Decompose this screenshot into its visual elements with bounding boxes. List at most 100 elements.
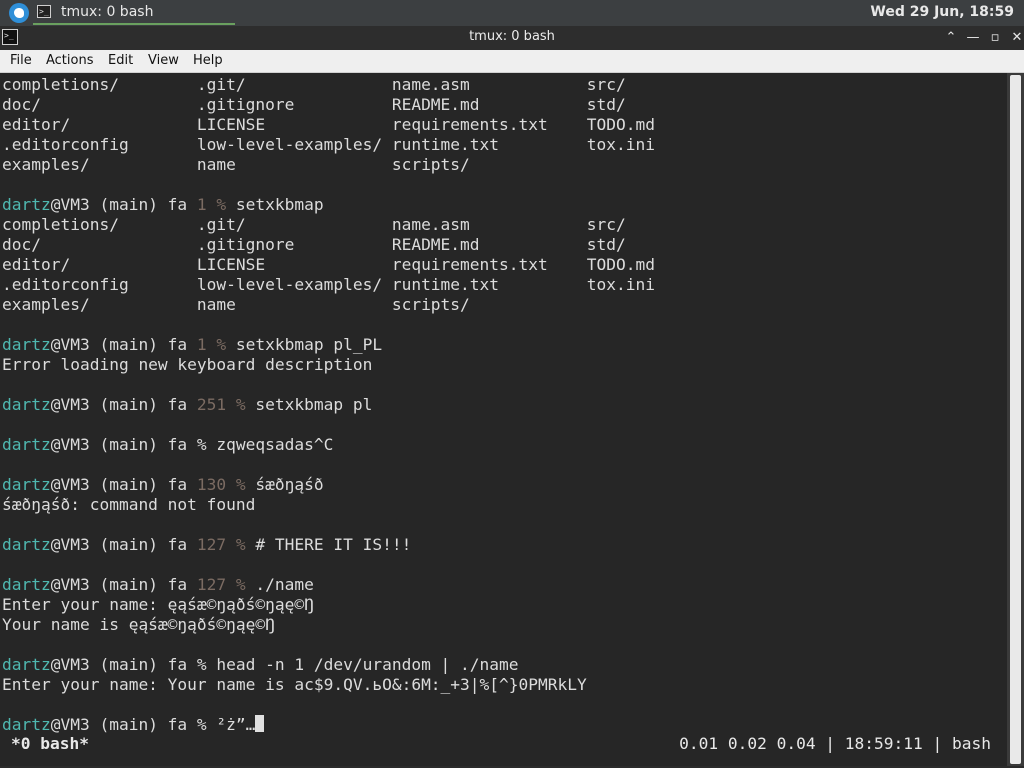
tmux-window-label[interactable]: *0 bash* bbox=[11, 734, 89, 754]
terminal-line: doc/ .gitignore README.md std/ bbox=[2, 235, 655, 255]
prompt-exit-code: 1 % bbox=[196, 195, 227, 214]
terminal-line: completions/ .git/ name.asm src/ bbox=[2, 215, 655, 235]
distro-logo-icon[interactable] bbox=[9, 3, 29, 23]
terminal-text: @VM3 (main) fa bbox=[50, 575, 197, 594]
terminal-text: examples/ name scripts/ bbox=[2, 295, 470, 314]
terminal-line: śæðŋąśð: command not found bbox=[2, 495, 655, 515]
menu-actions[interactable]: Actions bbox=[46, 53, 94, 68]
terminal-text: @VM3 (main) fa bbox=[50, 535, 197, 554]
terminal-text: @VM3 (main) fa bbox=[50, 395, 197, 414]
terminal-text: examples/ name scripts/ bbox=[2, 155, 470, 174]
tmux-status-info: 0.01 0.02 0.04 | 18:59:11 | bash bbox=[679, 734, 991, 753]
scrollbar[interactable] bbox=[1007, 73, 1024, 766]
tmux-status-bar: *0 bash* 0.01 0.02 0.04 | 18:59:11 | bas… bbox=[0, 734, 1007, 754]
terminal-text: śæðŋąśð: command not found bbox=[2, 495, 256, 514]
prompt-exit-code: 127 % bbox=[196, 575, 246, 594]
taskbar-item-tmux[interactable]: >_ tmux: 0 bash bbox=[33, 0, 235, 26]
terminal-line: examples/ name scripts/ bbox=[2, 295, 655, 315]
terminal-text: śæðŋąśð bbox=[245, 475, 324, 494]
terminal-line: Enter your name: Your name is ac$9.QV.ьO… bbox=[2, 675, 655, 695]
prompt-user: dartz bbox=[2, 335, 51, 354]
terminal-line: dartz@VM3 (main) fa % head -n 1 /dev/ura… bbox=[2, 655, 655, 675]
prompt-exit-code: 130 % bbox=[196, 475, 246, 494]
terminal-line: dartz@VM3 (main) fa 1 % setxkbmap bbox=[2, 195, 655, 215]
window-title: tmux: 0 bash bbox=[469, 29, 555, 44]
prompt-user: dartz bbox=[2, 715, 51, 734]
terminal-text: @VM3 (main) fa % head -n 1 /dev/urandom … bbox=[50, 655, 519, 674]
terminal-text: Error loading new keyboard description bbox=[2, 355, 373, 374]
terminal-line: doc/ .gitignore README.md std/ bbox=[2, 95, 655, 115]
terminal-line: dartz@VM3 (main) fa % ²ż”… bbox=[2, 715, 655, 735]
close-icon[interactable]: ✕ bbox=[1007, 28, 1024, 48]
terminal-text: completions/ .git/ name.asm src/ bbox=[2, 215, 626, 234]
terminal-line: dartz@VM3 (main) fa 127 % # THERE IT IS!… bbox=[2, 535, 655, 555]
terminal-line: editor/ LICENSE requirements.txt TODO.md bbox=[2, 115, 655, 135]
scrollbar-thumb[interactable] bbox=[1010, 75, 1021, 764]
terminal-line: .editorconfig low-level-examples/ runtim… bbox=[2, 275, 655, 295]
maximize-icon[interactable]: ▫ bbox=[985, 28, 1005, 48]
terminal-text: @VM3 (main) fa bbox=[50, 475, 197, 494]
terminal-text: @VM3 (main) fa % ²ż”… bbox=[50, 715, 256, 734]
terminal-line: dartz@VM3 (main) fa 1 % setxkbmap pl_PL bbox=[2, 335, 655, 355]
terminal-line: editor/ LICENSE requirements.txt TODO.md bbox=[2, 255, 655, 275]
terminal-line: dartz@VM3 (main) fa 127 % ./name bbox=[2, 575, 655, 595]
terminal-text: setxkbmap pl_PL bbox=[226, 335, 383, 354]
terminal-text: editor/ LICENSE requirements.txt TODO.md bbox=[2, 255, 655, 274]
terminal-text: .editorconfig low-level-examples/ runtim… bbox=[2, 135, 655, 154]
window-titlebar[interactable]: >_ tmux: 0 bash ⌃ — ▫ ✕ bbox=[0, 26, 1024, 50]
terminal-text: @VM3 (main) fa bbox=[50, 335, 197, 354]
chevron-up-icon[interactable]: ⌃ bbox=[941, 28, 961, 48]
terminal-line: Enter your name: ęąśæ©ŋąðś©ŋąę©Ŋ bbox=[2, 595, 655, 615]
terminal-text: .editorconfig low-level-examples/ runtim… bbox=[2, 275, 655, 294]
terminal-text: @VM3 (main) fa % zqweqsadas^C bbox=[50, 435, 334, 454]
terminal-text: completions/ .git/ name.asm src/ bbox=[2, 75, 626, 94]
prompt-user: dartz bbox=[2, 655, 51, 674]
terminal-text: Your name is ęąśæ©ŋąðś©ŋąę©Ŋ bbox=[2, 615, 275, 634]
panel-clock[interactable]: Wed 29 Jun, 18:59 bbox=[870, 4, 1014, 20]
active-task-indicator bbox=[33, 23, 235, 25]
top-panel: >_ tmux: 0 bash Wed 29 Jun, 18:59 bbox=[0, 0, 1024, 26]
terminal-icon: >_ bbox=[37, 5, 51, 18]
terminal-line: dartz@VM3 (main) fa 130 % śæðŋąśð bbox=[2, 475, 655, 495]
menu-file[interactable]: File bbox=[10, 53, 32, 68]
terminal-line: examples/ name scripts/ bbox=[2, 155, 655, 175]
terminal-text: Enter your name: ęąśæ©ŋąðś©ŋąę©Ŋ bbox=[2, 595, 314, 614]
menu-view[interactable]: View bbox=[148, 53, 179, 68]
terminal-line: Error loading new keyboard description bbox=[2, 355, 655, 375]
prompt-user: dartz bbox=[2, 475, 51, 494]
terminal-line: Your name is ęąśæ©ŋąðś©ŋąę©Ŋ bbox=[2, 615, 655, 635]
prompt-exit-code: 1 % bbox=[196, 335, 227, 354]
terminal-text: doc/ .gitignore README.md std/ bbox=[2, 235, 626, 254]
terminal-line: dartz@VM3 (main) fa % zqweqsadas^C bbox=[2, 435, 655, 455]
terminal-text: doc/ .gitignore README.md std/ bbox=[2, 95, 626, 114]
minimize-icon[interactable]: — bbox=[963, 28, 983, 48]
menu-help[interactable]: Help bbox=[193, 53, 223, 68]
prompt-exit-code: 127 % bbox=[196, 535, 246, 554]
terminal-text: @VM3 (main) fa bbox=[50, 195, 197, 214]
terminal-output: completions/ .git/ name.asm src/doc/ .gi… bbox=[2, 75, 655, 735]
terminal-text: setxkbmap pl bbox=[245, 395, 373, 414]
terminal-text: # THERE IT IS!!! bbox=[245, 535, 412, 554]
terminal-text: ./name bbox=[245, 575, 314, 594]
terminal-text: setxkbmap bbox=[226, 195, 324, 214]
menu-edit[interactable]: Edit bbox=[108, 53, 133, 68]
terminal-area[interactable]: completions/ .git/ name.asm src/doc/ .gi… bbox=[0, 73, 1007, 766]
menu-bar: File Actions Edit View Help bbox=[0, 50, 1024, 73]
prompt-exit-code: 251 % bbox=[196, 395, 246, 414]
prompt-user: dartz bbox=[2, 575, 51, 594]
prompt-user: dartz bbox=[2, 195, 51, 214]
prompt-user: dartz bbox=[2, 395, 51, 414]
terminal-text: Enter your name: Your name is ac$9.QV.ьO… bbox=[2, 675, 587, 694]
terminal-line: dartz@VM3 (main) fa 251 % setxkbmap pl bbox=[2, 395, 655, 415]
terminal-line: completions/ .git/ name.asm src/ bbox=[2, 75, 655, 95]
taskbar-item-label: tmux: 0 bash bbox=[61, 4, 154, 20]
